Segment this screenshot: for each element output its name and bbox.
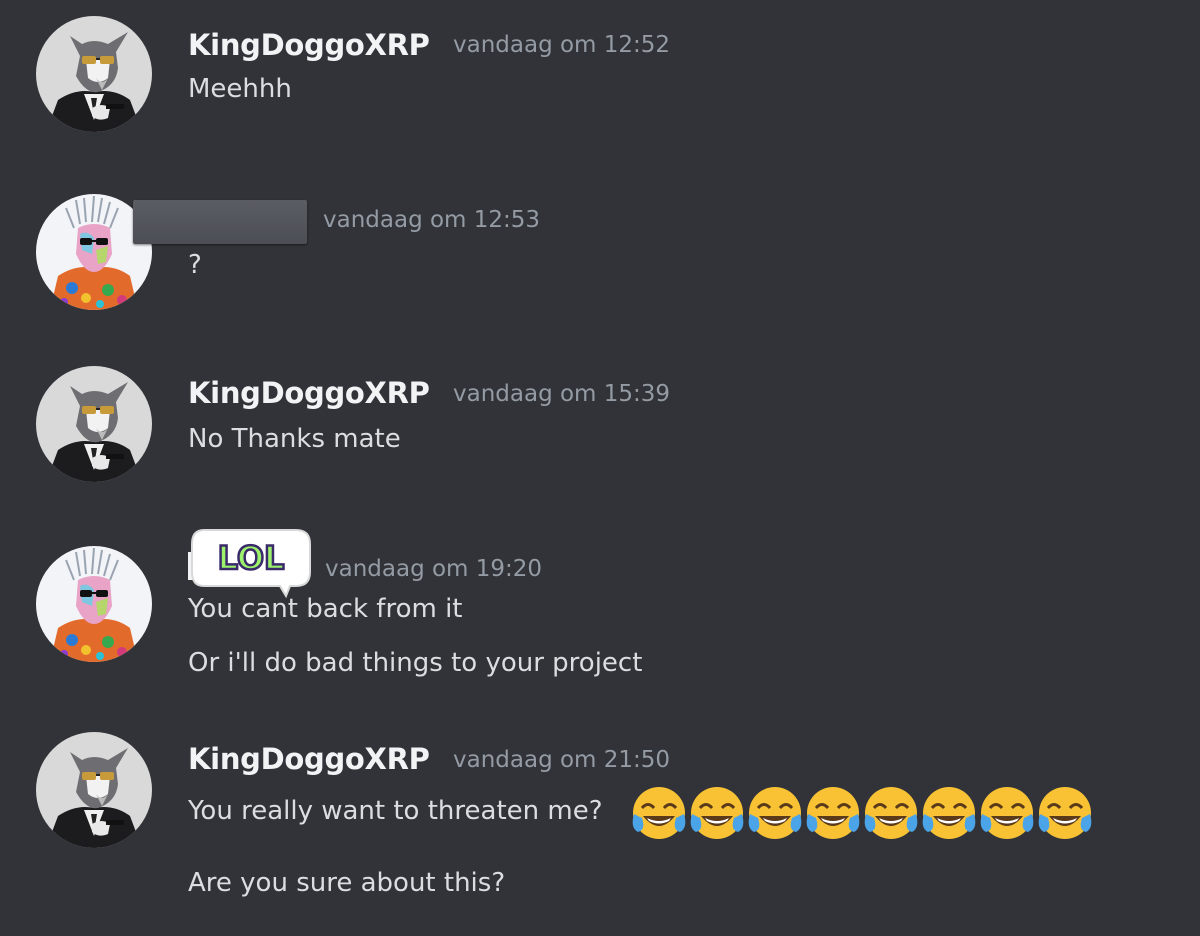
emoji-row [630, 784, 1094, 842]
timestamp: vandaag om 21:50 [453, 747, 671, 773]
timestamp: vandaag om 12:52 [453, 32, 671, 58]
redacted-username [133, 200, 307, 244]
author-name[interactable]: KingDoggoXRP [188, 28, 430, 62]
avatar[interactable] [36, 366, 152, 482]
message-text: You really want to threaten me? [188, 796, 603, 826]
message-text: ? [188, 250, 202, 280]
timestamp: vandaag om 19:20 [325, 556, 543, 582]
punk-avatar-icon [36, 546, 152, 662]
avatar[interactable] [36, 16, 152, 132]
avatar[interactable] [36, 732, 152, 848]
timestamp: vandaag om 12:53 [323, 207, 541, 233]
message-text: You cant back from it [188, 594, 463, 624]
joy-emoji-icon[interactable] [630, 784, 688, 842]
joy-emoji-icon[interactable] [862, 784, 920, 842]
message-text: Or i'll do bad things to your project [188, 648, 643, 678]
timestamp: vandaag om 15:39 [453, 381, 671, 407]
joy-emoji-icon[interactable] [688, 784, 746, 842]
joy-emoji-icon[interactable] [978, 784, 1036, 842]
author-name[interactable]: KingDoggoXRP [188, 742, 430, 776]
joy-emoji-icon[interactable] [1036, 784, 1094, 842]
message-text: Meehhh [188, 74, 292, 104]
message-text: No Thanks mate [188, 424, 401, 454]
avatar[interactable] [36, 546, 152, 662]
joy-emoji-icon[interactable] [804, 784, 862, 842]
wolf-avatar-icon [36, 16, 152, 132]
message-text: Are you sure about this? [188, 868, 506, 898]
lol-sticker: LOL [186, 526, 314, 602]
author-name[interactable]: KingDoggoXRP [188, 376, 430, 410]
wolf-avatar-icon [36, 732, 152, 848]
sticker-text: LOL [218, 539, 285, 577]
wolf-avatar-icon [36, 366, 152, 482]
joy-emoji-icon[interactable] [920, 784, 978, 842]
joy-emoji-icon[interactable] [746, 784, 804, 842]
